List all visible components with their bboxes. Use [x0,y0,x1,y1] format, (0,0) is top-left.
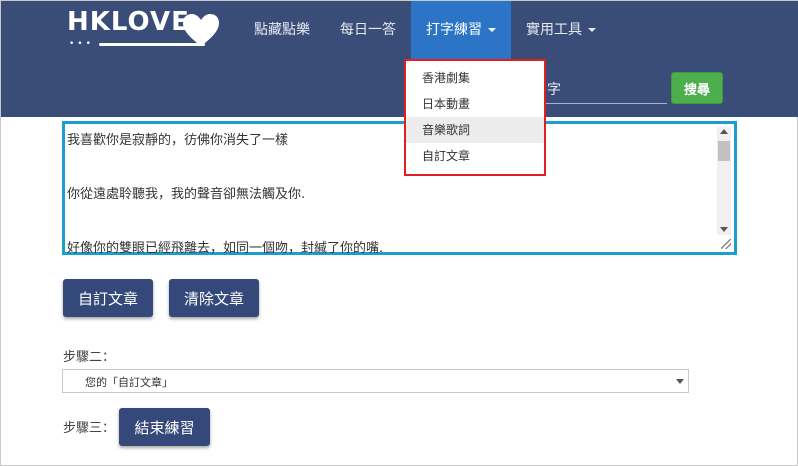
article-line: 我喜歡你是寂靜的，彷佛你消失了一樣 [67,133,289,148]
resize-grip-icon[interactable] [721,239,731,249]
caret-down-icon [588,28,596,32]
scroll-thumb[interactable] [718,141,730,161]
chevron-down-icon [676,379,684,384]
nav-item-typing-practice[interactable]: 打字練習 [411,1,511,59]
typing-practice-dropdown: 香港劇集 日本動畫 音樂歌詞 自訂文章 [404,59,546,176]
step3-label: 步驟三： [63,421,116,436]
scroll-down-arrow-icon[interactable] [720,227,728,232]
logo-text: HKLOVE [67,7,190,37]
dropdown-item-hk-drama[interactable]: 香港劇集 [406,65,544,91]
article-select[interactable]: 您的「自訂文章」 [62,369,689,393]
select-value: 您的「自訂文章」 [85,376,173,389]
heart-icon [183,14,219,46]
search-input-underline [541,103,667,104]
nav-item-tools[interactable]: 實用工具 [511,1,611,59]
dropdown-item-japanese-anime[interactable]: 日本動畫 [406,91,544,117]
nav-item-label: 點藏點樂 [254,22,310,38]
dropdown-item-custom-article[interactable]: 自訂文章 [406,143,544,169]
article-text: 我喜歡你是寂靜的，彷佛你消失了一樣 你從遠處聆聽我，我的聲音卻無法觸及你. 好像… [67,130,715,292]
navbar: HKLOVE ••• 點藏點樂 每日一答 打字練習 實用工具 字 搜尋 [1,1,798,117]
main-nav: 點藏點樂 每日一答 打字練習 實用工具 [239,1,611,59]
nav-item-favorites[interactable]: 點藏點樂 [239,1,325,59]
nav-item-daily-question[interactable]: 每日一答 [325,1,411,59]
page: HKLOVE ••• 點藏點樂 每日一答 打字練習 實用工具 字 搜尋 香港劇集… [0,0,798,466]
clear-article-button[interactable]: 清除文章 [169,279,259,317]
caret-down-icon [488,28,496,32]
dropdown-item-lyrics[interactable]: 音樂歌詞 [406,117,544,143]
end-practice-button[interactable]: 結束練習 [119,408,210,446]
nav-item-label: 每日一答 [340,22,396,38]
scroll-up-arrow-icon[interactable] [720,129,728,134]
custom-article-button[interactable]: 自訂文章 [63,279,153,317]
article-textarea[interactable]: 我喜歡你是寂靜的，彷佛你消失了一樣 你從遠處聆聽我，我的聲音卻無法觸及你. 好像… [62,121,737,256]
nav-item-label: 實用工具 [526,22,582,38]
search-input[interactable]: 字 [547,79,561,99]
step2-label: 步驟二： [63,350,116,365]
search-button[interactable]: 搜尋 [671,72,723,104]
textarea-scrollbar[interactable] [717,127,731,235]
logo[interactable]: HKLOVE ••• [67,7,227,51]
logo-dots: ••• [69,39,94,49]
article-line: 你從遠處聆聽我，我的聲音卻無法觸及你. [67,187,306,202]
nav-item-label: 打字練習 [426,22,482,38]
article-line: 好像你的雙眼已經飛離去，如同一個吻，封緘了你的嘴. [67,241,384,256]
